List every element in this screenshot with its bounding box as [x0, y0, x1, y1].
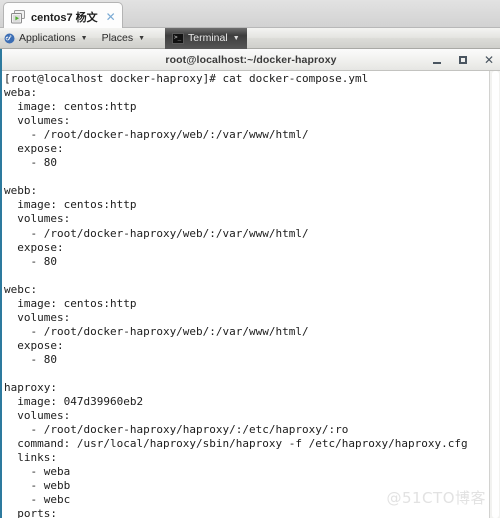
screenshot-root: centos7 杨文 ✕ Applications ▼ Places ▼ Ter…: [0, 0, 500, 518]
minimize-button[interactable]: [432, 54, 442, 66]
window-buttons: ✕: [432, 49, 494, 71]
chevron-down-icon: ▼: [80, 34, 88, 42]
chevron-down-icon: ▼: [138, 34, 146, 42]
terminal-scrollbar-thumb[interactable]: [492, 71, 499, 518]
terminal-content-text: [root@localhost docker-haproxy]# cat doc…: [4, 72, 468, 518]
fedora-apps-icon: [4, 33, 15, 44]
terminal-window: root@localhost:~/docker-haproxy ✕ [root@…: [0, 49, 500, 518]
watermark: @51CTO博客: [386, 489, 486, 507]
terminal-scrollbar[interactable]: [489, 71, 500, 518]
panel-item-label-places: Places: [101, 32, 134, 44]
vm-tab-centos7[interactable]: centos7 杨文 ✕: [3, 2, 123, 30]
terminal-output: [root@localhost docker-haproxy]# cat doc…: [4, 72, 488, 518]
close-icon[interactable]: ✕: [106, 11, 116, 23]
virtual-machine-icon: [11, 9, 26, 24]
terminal-body[interactable]: [root@localhost docker-haproxy]# cat doc…: [2, 71, 500, 518]
terminal-title: root@localhost:~/docker-haproxy: [165, 53, 337, 66]
maximize-button[interactable]: [458, 54, 468, 66]
panel-item-applications[interactable]: Applications ▼: [0, 28, 95, 49]
panel-item-label-applications: Applications: [19, 32, 76, 44]
terminal-icon: [172, 32, 185, 44]
close-button[interactable]: ✕: [484, 54, 494, 66]
panel-item-terminal[interactable]: Terminal ▼: [165, 27, 247, 49]
terminal-titlebar[interactable]: root@localhost:~/docker-haproxy ✕: [2, 49, 500, 71]
vm-tab-label: centos7 杨文: [31, 11, 98, 24]
panel-item-places[interactable]: Places ▼: [95, 28, 152, 49]
panel-item-label-terminal: Terminal: [188, 32, 228, 44]
gnome-top-panel: Applications ▼ Places ▼ Terminal ▼: [0, 27, 500, 49]
vmware-tab-strip: centos7 杨文 ✕: [0, 0, 500, 30]
chevron-down-icon: ▼: [232, 34, 240, 42]
